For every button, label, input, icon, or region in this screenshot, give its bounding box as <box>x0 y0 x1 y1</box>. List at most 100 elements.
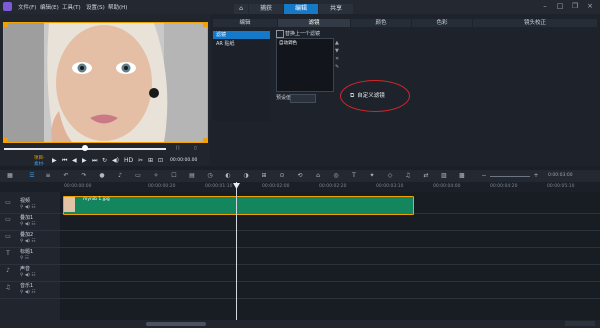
split-screen-icon[interactable]: ⊞ <box>260 172 268 180</box>
zoom-out-icon[interactable]: − <box>480 172 488 180</box>
overlay-icon[interactable]: ▨ <box>440 172 448 180</box>
minimize-icon[interactable]: – <box>540 2 550 11</box>
track-manager-icon[interactable]: ≡ <box>44 172 52 180</box>
zoom-in-icon[interactable]: + <box>532 172 540 180</box>
redo-icon[interactable]: ↷ <box>80 172 88 180</box>
track-controls-icon[interactable]: ⚲ ☷ <box>20 256 29 261</box>
restore-icon[interactable]: ❐ <box>570 2 580 11</box>
music-icon[interactable]: ♫ <box>404 172 412 180</box>
split-icon[interactable]: ✂ <box>138 157 143 164</box>
graphics-icon[interactable]: ▩ <box>458 172 466 180</box>
zoom-slider[interactable] <box>490 176 530 177</box>
maximize-icon[interactable]: □ <box>555 2 565 11</box>
speed-icon[interactable]: ⟲ <box>296 172 304 180</box>
subtab-lens-correction[interactable]: 镜头校正 <box>473 19 597 27</box>
fit-icon[interactable]: ⊡ <box>158 157 163 164</box>
goto-start-icon[interactable]: ⏮ <box>62 157 67 165</box>
trim-icon[interactable]: ⌂ <box>314 172 322 180</box>
zoom-icon[interactable]: ⊞ <box>148 157 153 164</box>
track-label-music1: 音乐1 <box>20 283 34 289</box>
track-controls-icon[interactable]: ⚲ ◀) ☷ <box>20 290 35 295</box>
mark-out-icon[interactable]: ▯ <box>194 146 196 151</box>
crop-handle[interactable] <box>203 23 207 27</box>
menu-tools[interactable]: 工具(T) <box>62 3 81 11</box>
scroll-right-control[interactable] <box>565 321 595 326</box>
crop-handle[interactable] <box>4 23 8 27</box>
playhead[interactable] <box>236 182 237 320</box>
track-divider <box>0 264 600 265</box>
subtitle-icon[interactable]: ☐ <box>170 172 178 180</box>
mask-icon[interactable]: ◐ <box>224 172 232 180</box>
menu-settings[interactable]: 设置(S) <box>86 3 105 11</box>
time-remap-icon[interactable]: ◷ <box>206 172 214 180</box>
video-preview[interactable] <box>3 22 208 143</box>
toggle-filter-icon[interactable]: ✎ <box>335 64 339 70</box>
clip-mode-label[interactable]: 素材- <box>34 161 45 167</box>
color-grading-icon[interactable]: ◑ <box>242 172 250 180</box>
preset-dropdown[interactable] <box>290 94 316 103</box>
move-down-icon[interactable]: ▼ <box>335 48 339 54</box>
video-track-icon[interactable]: ▭ <box>4 199 12 207</box>
auto-music-icon[interactable]: ▭ <box>134 172 142 180</box>
overlay-track-icon[interactable]: ▭ <box>4 216 12 224</box>
timeline-clip[interactable] <box>63 196 414 215</box>
play-icon[interactable]: ▶ <box>52 157 57 164</box>
audio-mixer-icon[interactable]: ♪ <box>116 172 124 180</box>
mark-in-icon[interactable]: ⌈⌋ <box>176 146 180 151</box>
storyboard-view-icon[interactable]: ▦ <box>6 172 14 180</box>
track-controls-icon[interactable]: ⚲ ◀) ☷ <box>20 273 35 278</box>
pan-zoom-icon[interactable]: ⊙ <box>278 172 286 180</box>
replace-filter-label: 替换上一个滤镜 <box>285 31 321 37</box>
track-lock-icon[interactable]: ⚲ ◀) ☷ <box>20 205 35 210</box>
subtab-color[interactable]: 颜色 <box>351 19 411 27</box>
delete-filter-icon[interactable]: ✕ <box>335 56 339 62</box>
title-track-icon[interactable]: T <box>4 250 12 258</box>
multicam-icon[interactable]: ▤ <box>188 172 196 180</box>
timeline-timecode[interactable]: 0:00:03:00 <box>548 173 573 178</box>
move-up-icon[interactable]: ▲ <box>335 40 339 46</box>
repeat-icon[interactable]: ↻ <box>102 157 107 164</box>
menu-file[interactable]: 文件(F) <box>18 3 36 11</box>
horizontal-scrollbar[interactable] <box>146 322 206 326</box>
applied-filters-list[interactable]: 自动调色 <box>276 38 334 92</box>
resolution-icon[interactable]: HD <box>124 157 133 164</box>
volume-icon[interactable]: ◀) <box>112 157 119 164</box>
prev-frame-icon[interactable]: ◀ <box>72 157 77 164</box>
music-track-icon[interactable]: ♫ <box>4 284 12 292</box>
tab-capture[interactable]: 捕获 <box>249 4 283 14</box>
title-icon[interactable]: T <box>350 172 358 180</box>
menu-help[interactable]: 帮助(H) <box>108 3 127 11</box>
record-icon[interactable]: ● <box>98 172 106 180</box>
timeline-view-icon[interactable]: ☰ <box>28 172 36 180</box>
close-icon[interactable]: × <box>585 2 595 11</box>
voice-track-icon[interactable]: ♪ <box>4 267 12 275</box>
undo-icon[interactable]: ↶ <box>62 172 70 180</box>
filter-category-ar-sticker[interactable]: AR 贴纸 <box>213 40 270 48</box>
crop-handle[interactable] <box>203 138 207 142</box>
tab-share[interactable]: 共享 <box>319 4 353 14</box>
motion-tracking-icon[interactable]: ✧ <box>152 172 160 180</box>
crop-handle[interactable] <box>4 138 8 142</box>
subtab-edit[interactable]: 编辑 <box>213 19 277 27</box>
next-frame-icon[interactable]: ▶ <box>82 157 87 164</box>
goto-end-icon[interactable]: ⏭ <box>92 157 97 165</box>
keyframe-icon[interactable]: ◇ <box>386 172 394 180</box>
track-controls-icon[interactable]: ⚲ ◀) ☷ <box>20 222 35 227</box>
scrubber-handle[interactable] <box>82 145 88 151</box>
applied-filter-item[interactable]: 自动调色 <box>279 40 297 46</box>
overlay-track-icon[interactable]: ▭ <box>4 233 12 241</box>
tab-edit[interactable]: 编辑 <box>284 4 318 14</box>
menu-edit[interactable]: 编辑(E) <box>40 3 59 11</box>
clip-thumbnail <box>64 197 75 212</box>
replace-filter-checkbox[interactable] <box>276 30 284 38</box>
stabilize-icon[interactable]: ◎ <box>332 172 340 180</box>
filter-category-filter[interactable]: 滤镜 <box>213 31 270 39</box>
track-controls-icon[interactable]: ⚲ ◀) ☷ <box>20 239 35 244</box>
timecode-display[interactable]: 00:00:00.00 <box>170 158 197 163</box>
home-tab[interactable]: ⌂ <box>234 4 248 14</box>
subtab-filter[interactable]: 滤镜 <box>278 19 350 27</box>
subtab-tone[interactable]: 色彩 <box>412 19 472 27</box>
track-label-voice: 声音 <box>20 266 31 272</box>
transition-icon[interactable]: ⇄ <box>422 172 430 180</box>
effects-icon[interactable]: ✦ <box>368 172 376 180</box>
